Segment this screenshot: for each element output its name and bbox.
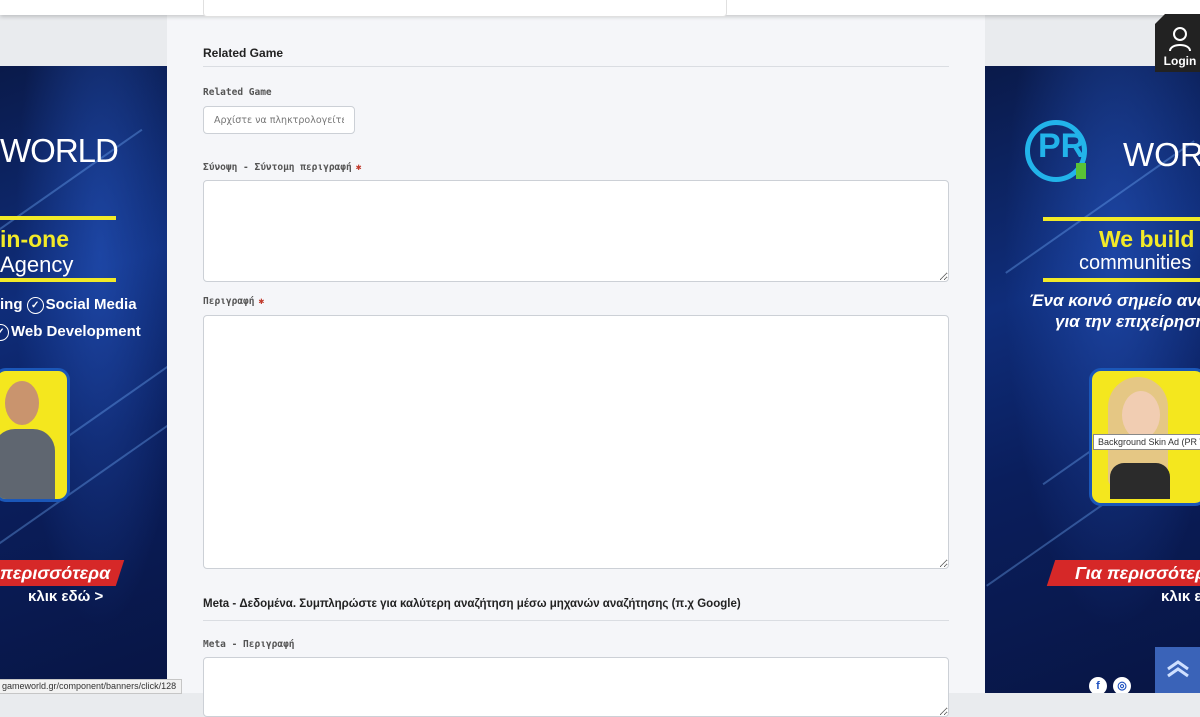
previous-field-edge [203, 0, 727, 17]
login-button[interactable]: Login [1155, 14, 1200, 72]
related-game-label: Related Game [203, 87, 272, 98]
ad-divider [0, 278, 116, 282]
check-icon: ✓ [0, 324, 9, 341]
ad-service-label: Social Media [45, 296, 137, 313]
ad-click-here[interactable]: κλικ εδώ > [28, 588, 103, 605]
ad-person-photo [0, 368, 70, 502]
ad-click-here[interactable]: κλικ ε [1161, 588, 1200, 605]
check-icon: ✓ [26, 297, 44, 314]
ad-cta-text: περισσότερα [0, 563, 111, 583]
ad-headline-2: Agency [0, 252, 74, 277]
left-skin-ad[interactable]: WORLD in-one Agency ing ✓ Social Media ✓ W… [0, 66, 167, 693]
ad-divider [1043, 217, 1200, 221]
meta-description-label: Meta - Περιγραφή [203, 639, 295, 650]
related-game-section-title: Related Game [203, 46, 284, 60]
instagram-icon[interactable]: ◎ [1113, 677, 1131, 693]
required-marker: ✱ [355, 162, 362, 173]
ad-service-1: ing ✓ Social Media [0, 296, 137, 314]
ad-divider [1043, 278, 1200, 282]
ad-greek-line-1: Ένα κοινό σημείο ανα [1029, 291, 1200, 310]
ad-divider [0, 216, 116, 220]
description-label: Περιγραφή ✱ [203, 296, 265, 307]
ad-headline: We build [1099, 226, 1195, 252]
right-skin-ad[interactable]: PR WORL We build communities Ένα κοινό σ… [985, 66, 1200, 693]
section-divider [203, 66, 949, 67]
meta-section-title: Meta - Δεδομένα. Συμπληρώστε για καλύτερ… [203, 598, 741, 610]
pr-world-logo-icon: PR [1025, 120, 1087, 182]
required-marker: ✱ [258, 296, 265, 307]
ad-logo: WORL [1123, 136, 1200, 173]
top-bar [0, 0, 1200, 17]
ad-logo: WORLD [0, 132, 119, 169]
ad-headline: in-one [0, 226, 69, 252]
ad-service-2: ✓ Web Development [0, 323, 141, 341]
summary-textarea[interactable] [203, 180, 949, 282]
login-label: Login [1163, 54, 1197, 68]
status-bar-url: gameworld.gr/component/banners/click/128 [0, 679, 183, 694]
user-icon [1169, 27, 1191, 52]
ad-greek-line-2: για την επιχείρησή [1055, 312, 1200, 331]
section-divider [203, 620, 949, 621]
ad-headline-2: communities [1079, 252, 1192, 274]
meta-description-textarea[interactable] [203, 657, 949, 717]
summary-label: Σύνοψη - Σύντομη περιγραφή ✱ [203, 162, 362, 173]
ad-service-prefix: ing [0, 296, 23, 313]
description-textarea[interactable] [203, 315, 949, 569]
ad-tooltip: Background Skin Ad (PR World [1093, 434, 1200, 450]
chevron-up-icon [1167, 660, 1189, 678]
ad-cta-text: Για περισσότερ [1075, 563, 1200, 583]
related-game-input[interactable] [203, 106, 355, 134]
back-to-top-button[interactable] [1155, 647, 1200, 693]
ad-service-label: Web Development [11, 323, 141, 340]
facebook-icon[interactable]: f [1089, 677, 1107, 693]
